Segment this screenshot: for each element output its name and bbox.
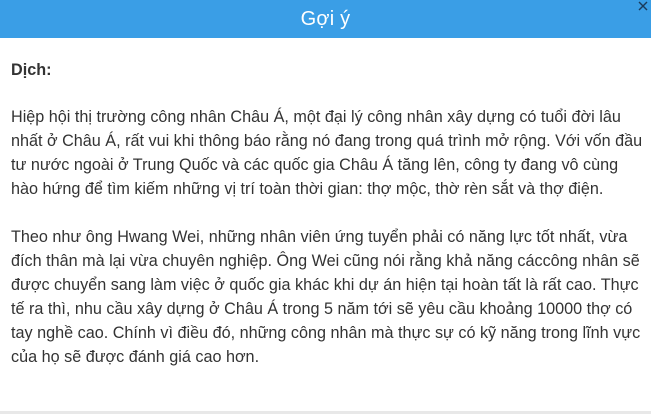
dialog-body: Dịch: Hiệp hội thị trường công nhân Châu… [11,58,647,393]
close-icon[interactable] [636,0,650,13]
hint-dialog: Gợi ý Dịch: Hiệp hội thị trường công nhâ… [0,0,651,414]
dialog-title: Gợi ý [300,7,351,30]
translation-paragraph-1: Hiệp hội thị trường công nhân Châu Á, mộ… [11,108,643,198]
translation-paragraph-2: Theo như ông Hwang Wei, những nhân viên … [11,228,641,366]
translation-label: Dịch: [11,61,52,79]
dialog-header: Gợi ý [0,0,651,38]
